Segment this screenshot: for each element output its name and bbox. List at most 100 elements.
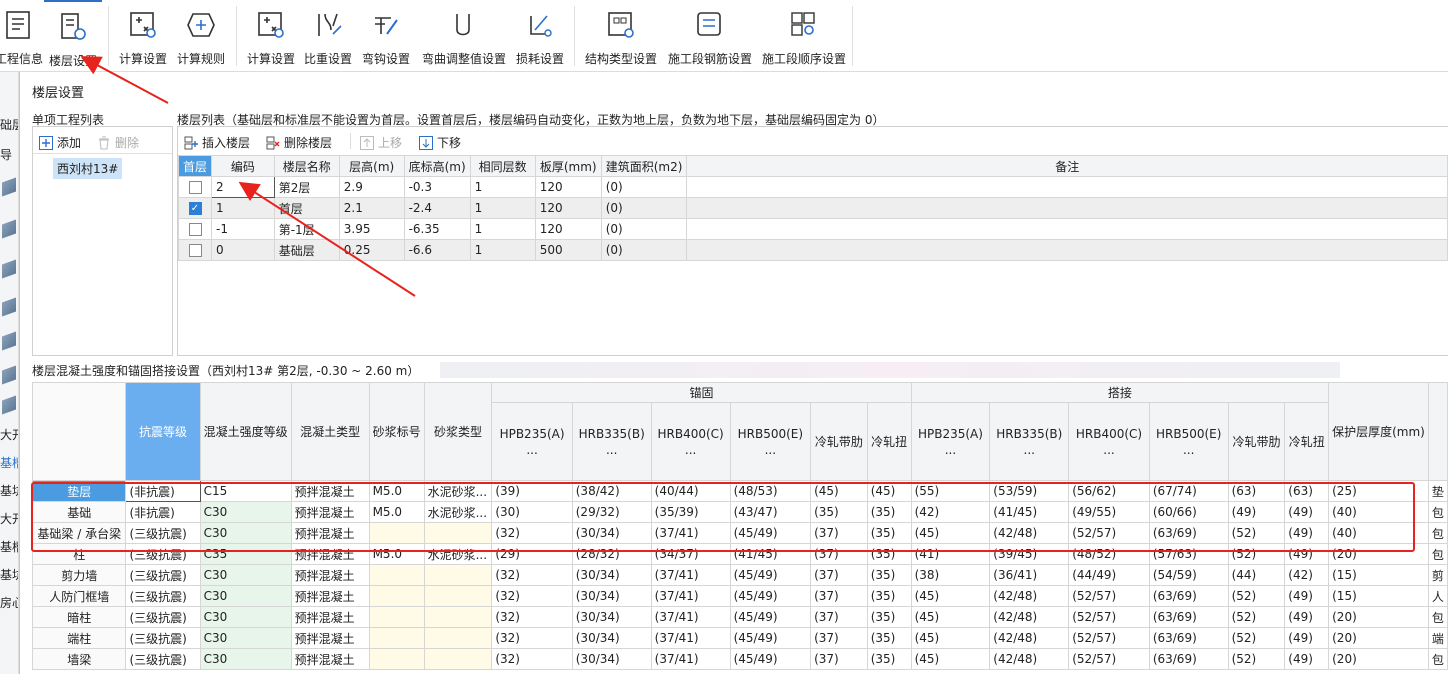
cell-concrete-type[interactable]: 预拌混凝土 [290, 606, 370, 628]
cell-grade[interactable]: C30 [199, 627, 292, 649]
left-strip-item[interactable]: 基槽 [0, 454, 18, 471]
floor-cell-name[interactable]: 第2层 [273, 176, 340, 198]
left-strip-item[interactable]: 基坑 [0, 566, 18, 583]
concrete-row[interactable]: 人防门框墙 (三级抗震) C30 预拌混凝土 (32) (30/34) (37/41) (45… [31, 585, 1448, 607]
cell-cover[interactable]: (15) [1328, 564, 1429, 586]
cell-lap[interactable]: (52) [1227, 648, 1286, 670]
floor-cell-name[interactable]: 首层 [273, 197, 340, 219]
first-floor-checkbox[interactable] [188, 181, 202, 194]
cell-anchor[interactable]: (35) [866, 585, 912, 607]
floor-cell-area[interactable]: (0) [600, 176, 688, 198]
cell-anchor[interactable]: (37/41) [650, 627, 731, 649]
cell-anchor[interactable]: (37/41) [650, 585, 731, 607]
cell-mortar-grade[interactable] [368, 606, 425, 628]
cell-anchor[interactable]: (35) [866, 627, 912, 649]
cell-anchor[interactable]: (30/34) [571, 648, 652, 670]
cell-lap[interactable]: (44) [1227, 564, 1286, 586]
left-strip-item[interactable]: 基坑 [0, 482, 18, 499]
cell-lap[interactable]: (45) [910, 627, 991, 649]
component-3d-icon[interactable] [2, 259, 16, 279]
left-strip-item[interactable]: 大开 [0, 510, 18, 527]
floor-row[interactable]: 2 第2层 2.9 -0.3 1 120 (0) [177, 176, 1448, 198]
floor-cell-slab[interactable]: 120 [534, 218, 602, 240]
cell-mortar-grade[interactable] [368, 564, 425, 586]
cell-lap[interactable]: (52) [1227, 627, 1286, 649]
cell-lap[interactable]: (63/69) [1148, 627, 1229, 649]
floor-cell-same[interactable]: 1 [469, 239, 536, 261]
cell-grade[interactable]: C30 [199, 564, 292, 586]
cell-concrete-type[interactable]: 预拌混凝土 [290, 627, 370, 649]
concrete-row[interactable]: 剪力墙 (三级抗震) C30 预拌混凝土 (32) (30/34) (37/41) (45/4… [31, 564, 1448, 586]
floor-cell-area[interactable]: (0) [600, 197, 688, 219]
floor-cell-height[interactable]: 3.95 [338, 218, 405, 240]
cell-lap[interactable]: (36/41) [989, 564, 1070, 586]
cell-seismic[interactable]: (三级抗震) [125, 606, 201, 628]
floor-cell-name[interactable]: 基础层 [273, 239, 340, 261]
cell-anchor[interactable]: (35) [866, 606, 912, 628]
cell-lap[interactable]: (45) [910, 585, 991, 607]
ribbon-button-2-1[interactable]: 比重设置 [300, 0, 356, 70]
cell-lap[interactable]: (42/48) [989, 585, 1070, 607]
cell-lap[interactable]: (49) [1284, 648, 1330, 670]
cell-anchor[interactable]: (30/34) [571, 564, 652, 586]
floor-cell-slab[interactable]: 500 [534, 239, 602, 261]
floor-cell-same[interactable]: 1 [469, 218, 536, 240]
cell-seismic[interactable]: (三级抗震) [125, 585, 201, 607]
cell-lap[interactable]: (52/57) [1068, 585, 1150, 607]
cell-mortar-type[interactable] [423, 606, 493, 628]
component-3d-icon[interactable] [2, 365, 16, 385]
cell-anchor[interactable]: (35) [866, 648, 912, 670]
ribbon-button-0-0[interactable]: 工程信息 [0, 0, 48, 70]
floor-cell-area[interactable]: (0) [600, 239, 688, 261]
ribbon-button-2-0[interactable]: 计算设置 [242, 0, 300, 70]
cell-anchor[interactable]: (45/49) [729, 627, 812, 649]
cell-anchor[interactable]: (32) [491, 606, 573, 628]
cell-anchor[interactable]: (30/34) [571, 627, 652, 649]
cell-anchor[interactable]: (37) [810, 606, 868, 628]
ribbon-button-3-1[interactable]: 施工段钢筋设置 [664, 0, 756, 70]
floor-cell-code[interactable]: -1 [211, 218, 275, 240]
cell-grade[interactable]: C30 [199, 606, 292, 628]
cell-lap[interactable]: (42/48) [989, 648, 1070, 670]
floor-cell-bottom[interactable]: -6.6 [403, 239, 471, 261]
move-up-button[interactable]: 上移 [360, 134, 402, 151]
cell-seismic[interactable]: (三级抗震) [125, 564, 201, 586]
cell-concrete-type[interactable]: 预拌混凝土 [290, 585, 370, 607]
concrete-row[interactable]: 墙梁 (三级抗震) C30 预拌混凝土 (32) (30/34) (37/41) (45/49… [31, 648, 1448, 670]
floor-cell-bottom[interactable]: -2.4 [403, 197, 471, 219]
cell-concrete-type[interactable]: 预拌混凝土 [290, 648, 370, 670]
cell-anchor[interactable]: (32) [491, 585, 573, 607]
ribbon-button-2-4[interactable]: 损耗设置 [512, 0, 568, 70]
first-floor-checkbox[interactable] [188, 244, 202, 257]
cell-anchor[interactable]: (37) [810, 585, 868, 607]
delete-floor-button[interactable]: 删除楼层 [266, 134, 332, 151]
floor-row[interactable]: -1 第-1层 3.95 -6.35 1 120 (0) [177, 218, 1448, 240]
cell-mortar-type[interactable] [423, 648, 493, 670]
ribbon-button-1-1[interactable]: 计算规则 [172, 0, 230, 70]
floor-cell-code[interactable]: 2 [211, 176, 275, 198]
ribbon-button-1-0[interactable]: 计算设置 [114, 0, 172, 70]
concrete-row[interactable]: 暗柱 (三级抗震) C30 预拌混凝土 (32) (30/34) (37/41) (45/49… [31, 606, 1448, 628]
project-item[interactable]: 西刘村13# [53, 158, 123, 179]
left-strip-item[interactable]: 础层 [0, 116, 18, 133]
cell-seismic[interactable]: (三级抗震) [125, 648, 201, 670]
cell-lap[interactable]: (52/57) [1068, 627, 1150, 649]
cell-anchor[interactable]: (37/41) [650, 564, 731, 586]
left-strip-item[interactable]: 导 [0, 146, 12, 163]
cell-lap[interactable]: (52) [1227, 606, 1286, 628]
cell-anchor[interactable]: (37/41) [650, 606, 731, 628]
cell-lap[interactable]: (49) [1284, 585, 1330, 607]
ribbon-button-3-2[interactable]: 施工段顺序设置 [758, 0, 850, 70]
insert-floor-button[interactable]: 插入楼层 [184, 134, 250, 151]
delete-project-button[interactable]: 删除 [97, 134, 139, 151]
floor-cell-bottom[interactable]: -6.35 [403, 218, 471, 240]
cell-lap[interactable]: (38) [910, 564, 991, 586]
cell-anchor[interactable]: (35) [866, 564, 912, 586]
cell-lap[interactable]: (42/48) [989, 627, 1070, 649]
cell-anchor[interactable]: (32) [491, 648, 573, 670]
floor-cell-note[interactable] [686, 239, 1448, 261]
cell-lap[interactable]: (54/59) [1148, 564, 1229, 586]
floor-cell-height[interactable]: 2.9 [338, 176, 405, 198]
component-3d-icon[interactable] [2, 297, 16, 317]
cell-lap[interactable]: (52) [1227, 585, 1286, 607]
